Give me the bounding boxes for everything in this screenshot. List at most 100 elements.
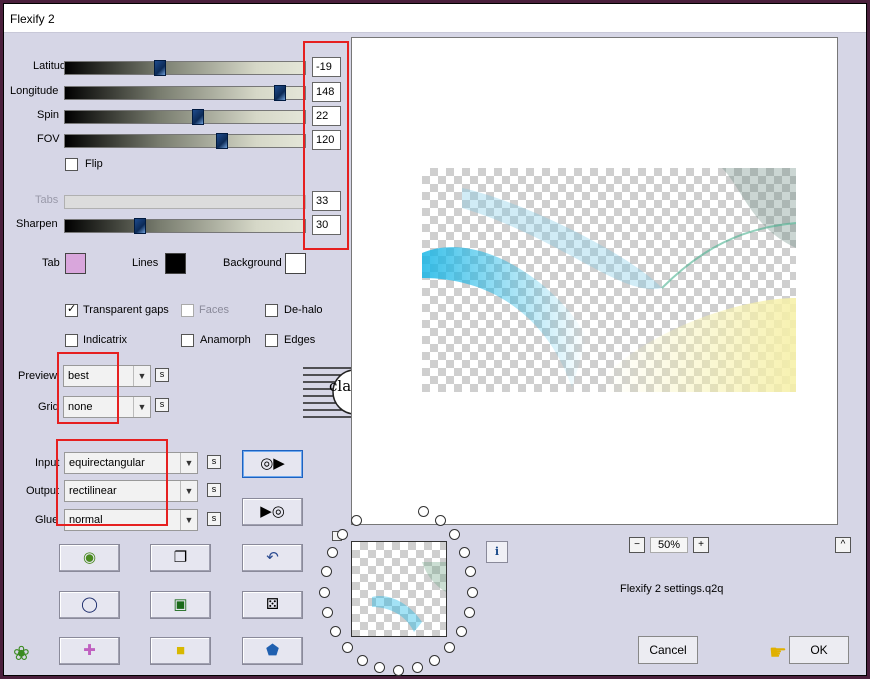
tabs-slider-label: Tabs [35,194,59,206]
dehalo-label: De-halo [284,304,323,316]
info-icon: i [494,545,500,558]
anamorph-label: Anamorph [200,334,251,346]
randomize-button[interactable]: ⚄ [242,591,303,619]
glue-s-button[interactable]: s [207,512,221,526]
copy-icon: ❐ [173,549,188,566]
cube-button[interactable]: ■ [150,637,211,665]
sharpen-slider-label: Sharpen [16,218,58,230]
grid-select-label: Grid [38,401,59,413]
random-globe-button[interactable]: ◉ [59,544,120,572]
pentagon-icon: ⬟ [265,642,280,659]
highlight-box-projections [56,439,168,526]
flip-projection-reverse-button[interactable]: ▶◎ [242,498,303,526]
indicatrix-label: Indicatrix [83,334,128,346]
sharpen-slider-thumb[interactable] [134,218,147,234]
longitude-slider-thumb[interactable] [273,85,286,101]
transparent-gaps-checkbox[interactable] [65,302,78,317]
rotation-ring-dot[interactable] [319,586,331,598]
rotation-ring-dot[interactable] [337,529,349,541]
pentagon-button[interactable]: ⬟ [242,637,303,665]
output-select-label: Output [26,485,60,497]
fov-slider-thumb[interactable] [216,133,228,149]
title-bar: Flexify 2 [4,4,866,33]
fov-slider[interactable] [64,133,306,149]
edges-label: Edges [284,334,316,346]
dice-icon: ⚄ [265,596,280,613]
cross-shape-icon: ✚ [83,642,96,659]
preview-s-button[interactable]: s [155,368,169,382]
rotation-ring-dot[interactable] [393,665,404,676]
rotation-ring-dot[interactable] [411,662,423,674]
sharpen-slider[interactable] [64,218,306,234]
copy-button[interactable]: ❐ [150,544,211,572]
ring-icon: ◯ [81,596,98,613]
app-logo-icon: ❀ [13,643,30,665]
rotation-ring-dot[interactable] [465,566,477,578]
disc-arrow-icon: ◎▶ [260,455,285,472]
globe-icon: ◉ [82,549,97,566]
zoom-out-button[interactable]: − [629,537,645,553]
input-s-button[interactable]: s [207,455,221,469]
rotation-ring-dot[interactable] [448,529,460,541]
cancel-button[interactable]: Cancel [638,636,698,664]
faces-checkbox[interactable] [181,304,194,317]
flip-checkbox[interactable] [65,158,78,171]
lines-color-label: Lines [132,257,159,269]
rotation-ring-dot[interactable] [444,642,456,654]
lines-color-swatch[interactable] [165,253,186,274]
rotation-ring-dot[interactable] [326,546,338,558]
rotation-ring-dot[interactable] [466,586,478,598]
zoom-level: 50% [650,537,688,553]
fov-slider-label: FOV [37,133,60,145]
indicatrix-checkbox[interactable] [65,334,78,347]
flexify-dialog: Flexify 2 Latitude -19 Longitude 148 Spin 22 F… [3,3,867,676]
rotation-ring-dot[interactable] [322,607,334,619]
rotation-ring-dot[interactable] [459,546,471,558]
background-color-swatch[interactable] [285,253,306,274]
dehalo-checkbox[interactable] [265,304,278,317]
cube-icon: ■ [175,642,186,659]
chevron-down-icon: ▼ [180,481,197,501]
main-preview[interactable] [351,37,838,525]
rotation-ring-dot[interactable] [357,654,369,666]
latitude-slider[interactable] [64,60,306,76]
output-s-button[interactable]: s [207,483,221,497]
rotation-ring-dot[interactable] [374,662,386,674]
edges-checkbox[interactable] [265,334,278,347]
chevron-down-icon: ▼ [180,453,197,473]
rotation-ring-dot[interactable] [463,607,475,619]
rotation-ring-dot[interactable] [330,626,342,638]
flip-projection-button[interactable]: ◎▶ [242,450,303,478]
info-button[interactable]: i [486,541,508,563]
tab-color-swatch[interactable] [65,253,86,274]
faces-label: Faces [199,304,229,316]
collapse-button[interactable]: ^ [835,537,851,553]
highlight-box-values [303,41,349,250]
undo-button[interactable]: ↶ [242,544,303,572]
frame-button[interactable]: ▣ [150,591,211,619]
tabs-slider[interactable] [64,195,306,209]
longitude-slider[interactable] [64,85,306,101]
zoom-in-button[interactable]: + [693,537,709,553]
rotation-ring-dot[interactable] [341,642,353,654]
arrow-disc-icon: ▶◎ [260,503,285,520]
anamorph-checkbox[interactable] [181,334,194,347]
chevron-down-icon: ▼ [180,510,197,530]
ok-button[interactable]: OK [789,636,849,664]
settings-file-name: Flexify 2 settings.q2q [620,583,724,595]
preview-select-label: Preview [18,370,58,382]
ok-label: OK [810,643,828,657]
latitude-slider-thumb[interactable] [153,60,166,76]
navigator-thumbnail[interactable] [351,541,447,637]
rotation-ring-dot[interactable] [428,654,440,666]
longitude-slider-label: Longitude [10,85,59,97]
rotation-ring-dot[interactable] [455,626,467,638]
ring-button[interactable]: ◯ [59,591,120,619]
spin-slider-thumb[interactable] [192,109,204,125]
highlight-box-preview-grid [57,352,119,424]
grid-s-button[interactable]: s [155,398,169,412]
transparent-gaps-label: Transparent gaps [83,304,169,316]
spin-slider[interactable] [64,109,306,125]
rotation-ring-dot[interactable] [320,566,332,578]
cross-button[interactable]: ✚ [59,637,120,665]
